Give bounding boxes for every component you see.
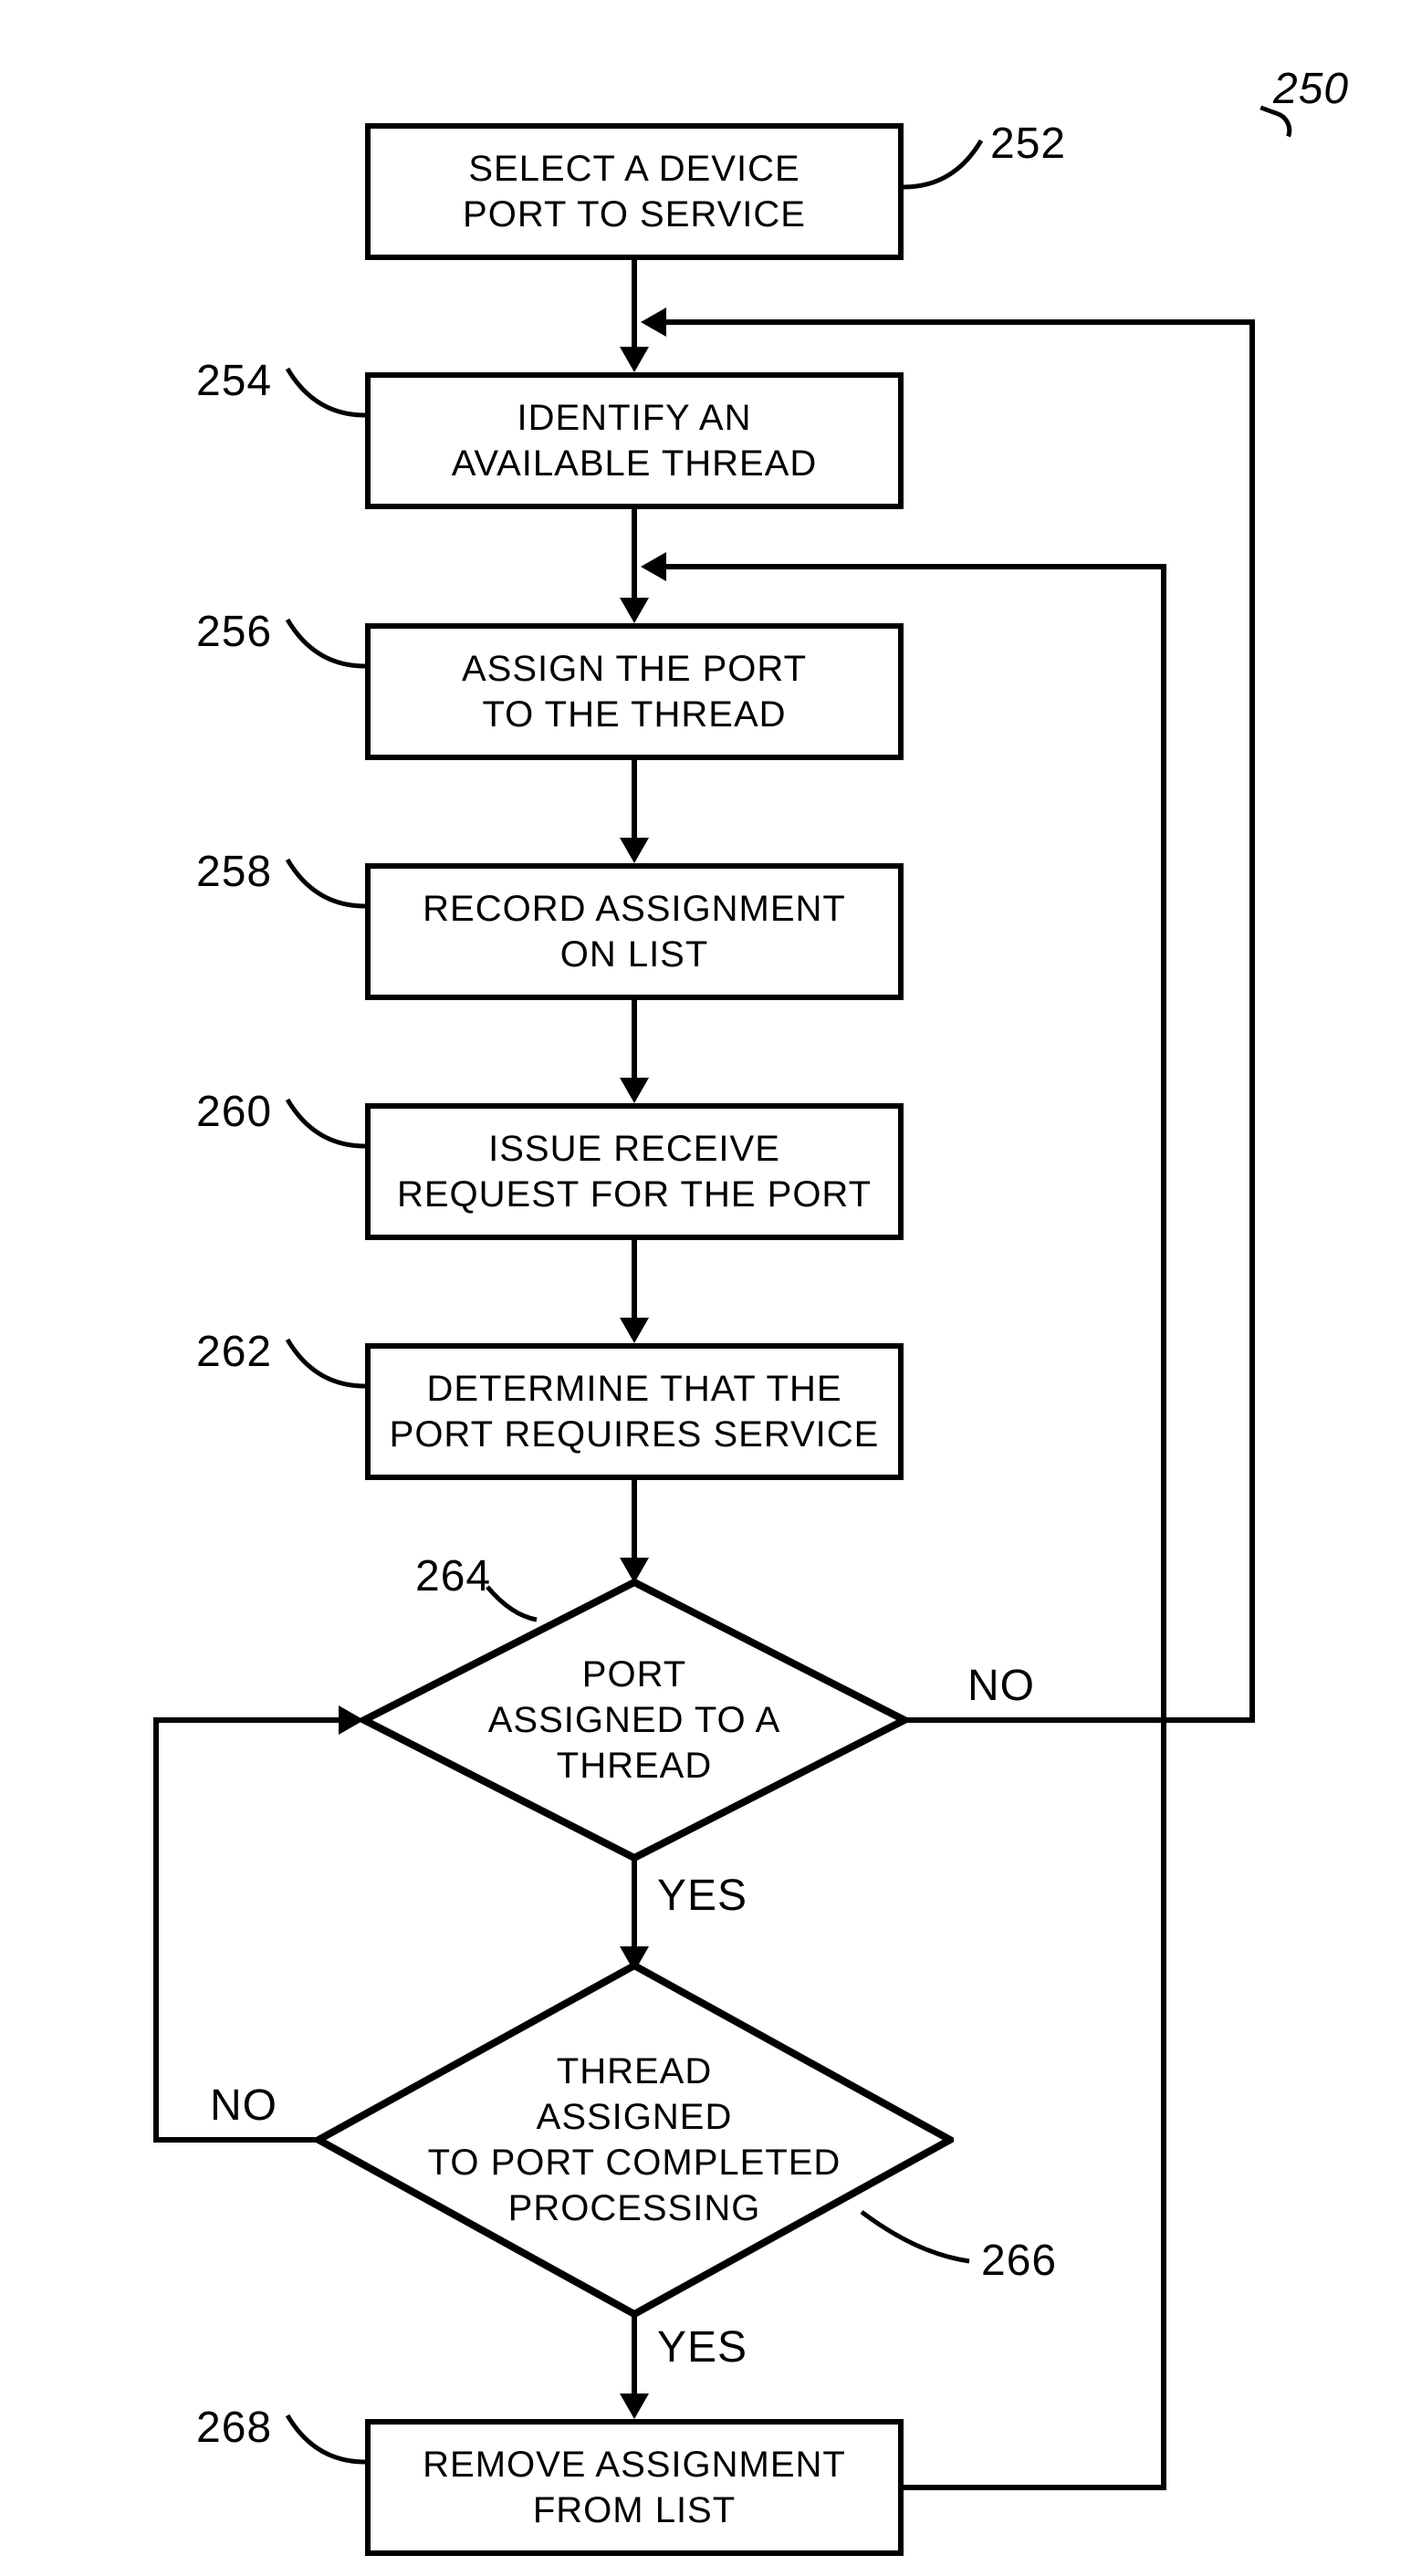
process-box-268-text: REMOVE ASSIGNMENT FROM LIST [423, 2442, 846, 2533]
label-yes-264: YES [657, 1871, 747, 1921]
process-box-254-text: IDENTIFY AN AVAILABLE THREAD [452, 395, 818, 486]
leader-line-260 [265, 1096, 374, 1160]
decision-266-text: THREAD ASSIGNED TO PORT COMPLETED PROCES… [428, 2049, 841, 2231]
ref-262: 262 [196, 1327, 272, 1377]
leader-line-258 [265, 856, 374, 920]
flowchart-canvas: 250 SELECT A DEVICE PORT TO SERVICE 252 … [0, 0, 1411, 2576]
process-box-262-text: DETERMINE THAT THE PORT REQUIRES SERVICE [390, 1366, 880, 1457]
arrowhead-no-266-into-264 [339, 1705, 364, 1735]
process-box-252: SELECT A DEVICE PORT TO SERVICE [365, 123, 904, 260]
arrow-258-to-260 [632, 1000, 637, 1080]
leader-line-254 [265, 365, 374, 429]
arrowhead-266-to-268 [620, 2393, 649, 2419]
process-box-252-text: SELECT A DEVICE PORT TO SERVICE [463, 146, 806, 237]
ref-258: 258 [196, 847, 272, 897]
loop-268-v [1161, 564, 1166, 2490]
decision-264-text: PORT ASSIGNED TO A THREAD [488, 1652, 781, 1789]
process-box-262: DETERMINE THAT THE PORT REQUIRES SERVICE [365, 1343, 904, 1480]
label-no-266: NO [210, 2081, 277, 2131]
process-box-268: REMOVE ASSIGNMENT FROM LIST [365, 2419, 904, 2556]
arrow-262-to-264 [632, 1480, 637, 1560]
ref-256: 256 [196, 607, 272, 657]
loop-268-h1 [904, 2485, 1166, 2490]
loop-268-h2 [666, 564, 1166, 569]
process-box-260: ISSUE RECEIVE REQUEST FOR THE PORT [365, 1103, 904, 1240]
label-yes-266: YES [657, 2322, 747, 2373]
arrow-264-to-266 [632, 1858, 637, 1949]
process-box-258-text: RECORD ASSIGNMENT ON LIST [423, 886, 846, 977]
process-box-260-text: ISSUE RECEIVE REQUEST FOR THE PORT [397, 1126, 872, 1217]
arrowhead-no-264-into-254 [641, 308, 666, 337]
arrowhead-loop-268-into-256 [641, 552, 666, 581]
arrow-260-to-262 [632, 1240, 637, 1320]
arrowhead-258-to-260 [620, 1078, 649, 1103]
no-264-h2 [666, 319, 1255, 325]
ref-260: 260 [196, 1087, 272, 1137]
figure-ref-text: 250 [1273, 65, 1349, 113]
arrowhead-252-to-254 [620, 347, 649, 372]
process-box-254: IDENTIFY AN AVAILABLE THREAD [365, 372, 904, 509]
leader-line-268 [265, 2412, 374, 2476]
arrowhead-260-to-262 [620, 1318, 649, 1343]
no-264-h1 [904, 1717, 1255, 1723]
arrowhead-254-to-256 [620, 598, 649, 623]
ref-264: 264 [415, 1551, 491, 1601]
figure-reference: 250 [1273, 64, 1349, 114]
leader-line-266 [858, 2208, 977, 2272]
leader-line-262 [265, 1336, 374, 1400]
leader-line-256 [265, 616, 374, 680]
arrow-256-to-258 [632, 760, 637, 840]
no-266-h2 [153, 1717, 340, 1723]
ref-254: 254 [196, 356, 272, 406]
label-no-264: NO [967, 1661, 1035, 1711]
arrow-252-to-254 [632, 260, 637, 351]
process-box-258: RECORD ASSIGNMENT ON LIST [365, 863, 904, 1000]
arrowhead-256-to-258 [620, 838, 649, 863]
decision-264: PORT ASSIGNED TO A THREAD [361, 1579, 908, 1862]
arrow-266-to-268 [632, 2314, 637, 2396]
no-264-v [1249, 319, 1255, 1723]
ref-268: 268 [196, 2403, 272, 2453]
ref-266: 266 [981, 2236, 1057, 2286]
no-266-v [153, 1717, 159, 2143]
arrow-254-to-256 [632, 509, 637, 600]
process-box-256-text: ASSIGN THE PORT TO THE THREAD [462, 646, 807, 737]
ref-252: 252 [990, 119, 1066, 169]
process-box-256: ASSIGN THE PORT TO THE THREAD [365, 623, 904, 760]
leader-line-264 [484, 1583, 548, 1629]
no-266-h1 [153, 2137, 320, 2143]
